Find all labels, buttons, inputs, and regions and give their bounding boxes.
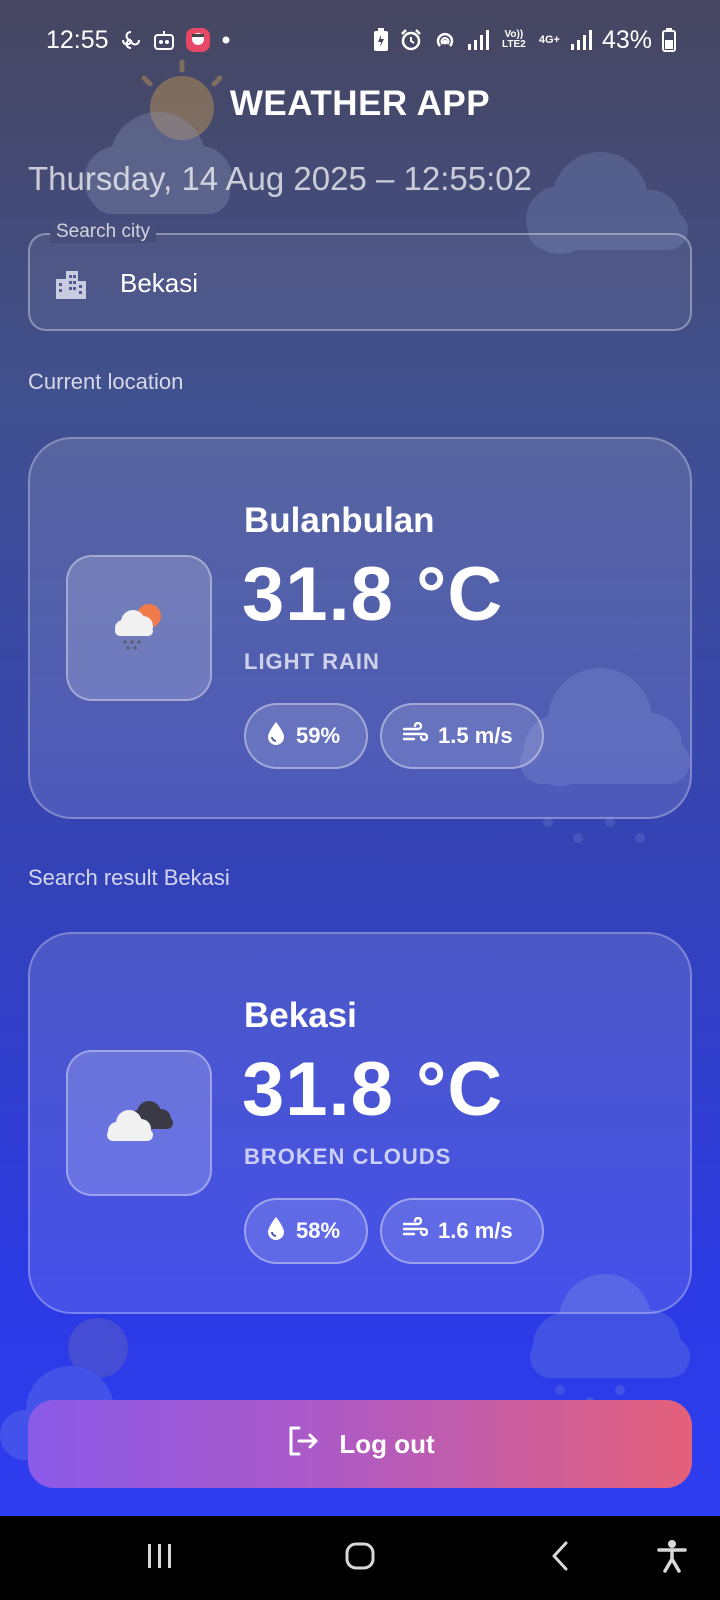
humidity-chip: 59% (244, 703, 368, 769)
current-location-label: Current location (28, 369, 184, 394)
wind-value: 1.6 m/s (438, 1218, 513, 1243)
weather-icon-tile (66, 1050, 212, 1196)
search-city-field[interactable]: Search city Bekasi (28, 221, 692, 331)
status-left: 12:55 (46, 26, 231, 55)
water-drop-icon (266, 721, 286, 751)
current-temperature: 31.8 °C (242, 552, 504, 637)
status-right: Vo)) LTE2 4G+ 43% (373, 26, 676, 55)
robot-icon (153, 29, 175, 51)
system-nav-bar (0, 1516, 720, 1600)
logout-button[interactable]: Log out (28, 1400, 692, 1488)
wind-value: 1.5 m/s (438, 723, 513, 748)
recent-apps-icon (145, 1542, 175, 1575)
signal-icon (570, 29, 592, 51)
home-icon (344, 1540, 376, 1577)
rain-cloud-sun-icon (107, 594, 171, 663)
status-time: 12:55 (46, 25, 109, 54)
result-temperature: 31.8 °C (242, 1047, 504, 1132)
humidity-value: 59% (296, 723, 341, 748)
battery-saver-icon (373, 28, 389, 52)
result-city-name: Bekasi (244, 996, 357, 1035)
accessibility-icon (656, 1539, 688, 1578)
city-building-icon (54, 267, 88, 306)
search-result-label: Search result Bekasi (28, 865, 230, 890)
search-label: Search city (50, 221, 156, 243)
back-button[interactable] (520, 1516, 600, 1600)
signal-icon (467, 29, 489, 51)
wind-chip: 1.5 m/s (380, 703, 544, 769)
humidity-value: 58% (296, 1218, 341, 1243)
status-bar: 12:55 Vo)) LTE2 4G+ 43% (0, 0, 720, 80)
result-condition: BROKEN CLOUDS (244, 1144, 452, 1169)
wind-icon (402, 1216, 429, 1245)
recent-apps-button[interactable] (120, 1516, 200, 1600)
wind-chip: 1.6 m/s (380, 1198, 544, 1264)
search-result-weather-card: Bekasi 31.8 °C BROKEN CLOUDS 58% 1.6 m/s (28, 932, 692, 1314)
battery-percent: 43% (601, 25, 652, 54)
back-icon (548, 1540, 572, 1577)
logout-label: Log out (339, 1428, 435, 1459)
humidity-chip: 58% (244, 1198, 368, 1264)
search-input[interactable]: Bekasi (120, 268, 198, 299)
broken-clouds-icon (99, 1091, 179, 1156)
weather-icon-tile (66, 555, 212, 701)
home-button[interactable] (320, 1516, 400, 1600)
app-title: WEATHER APP (229, 84, 491, 123)
hotspot-icon (433, 28, 457, 52)
pinwheel-icon (119, 28, 143, 52)
accessibility-button[interactable] (632, 1516, 712, 1600)
water-drop-icon (266, 1216, 286, 1246)
battery-icon (662, 28, 676, 52)
app-notification-icon (185, 27, 211, 53)
wind-icon (402, 721, 429, 750)
dot-icon (221, 35, 231, 45)
date-time: Thursday, 14 Aug 2025 – 12:55:02 (28, 160, 532, 197)
logout-icon (285, 1423, 321, 1466)
volte-icon: Vo)) LTE2 (501, 29, 526, 50)
current-condition: LIGHT RAIN (244, 649, 380, 674)
alarm-icon (399, 28, 423, 52)
current-weather-card: Bulanbulan 31.8 °C LIGHT RAIN 59% 1.5 m/… (28, 437, 692, 819)
4g-icon: 4G+ (538, 34, 560, 46)
current-city-name: Bulanbulan (244, 501, 435, 540)
